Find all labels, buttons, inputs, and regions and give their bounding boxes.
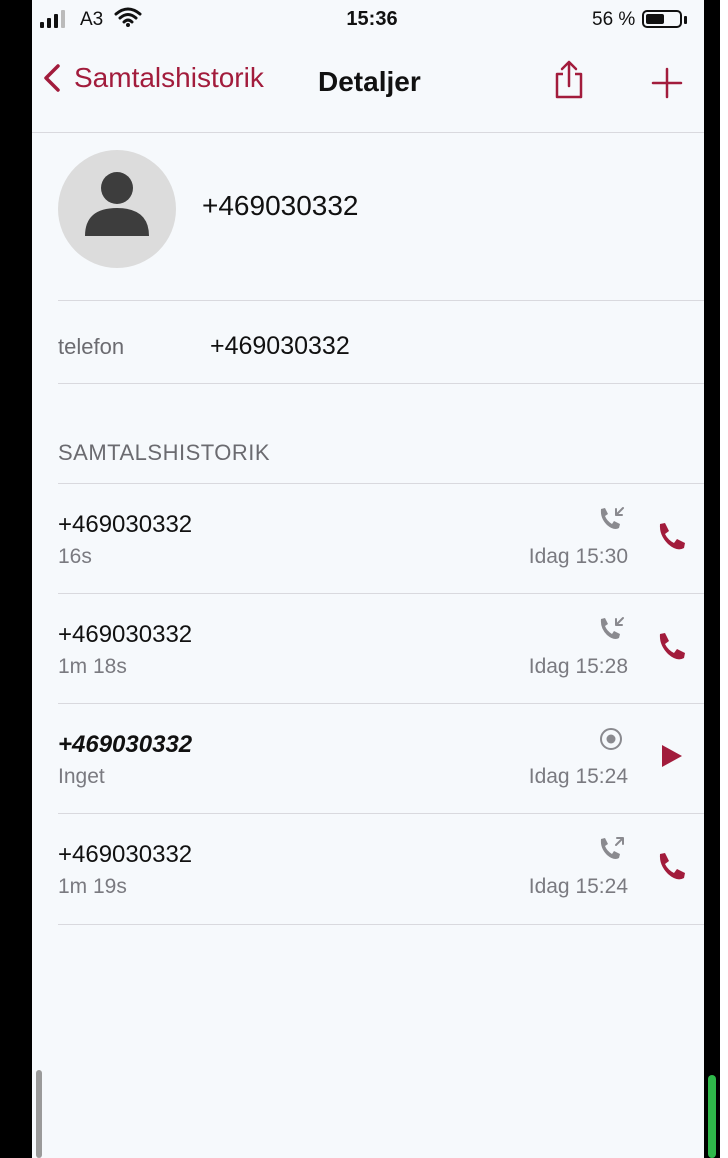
call-number: +469030332 xyxy=(58,731,193,758)
call-duration: 1m 18s xyxy=(58,655,127,678)
call-time: Idag 15:30 xyxy=(528,545,628,568)
call-time: Idag 15:24 xyxy=(528,875,628,898)
call-number: +469030332 xyxy=(58,621,193,648)
recording-icon xyxy=(600,728,622,750)
phone-field-value[interactable]: +469030332 xyxy=(210,332,350,361)
call-number: +469030332 xyxy=(58,511,193,538)
play-icon[interactable] xyxy=(654,739,688,773)
signal-strength-icon xyxy=(40,10,65,28)
phone-icon[interactable] xyxy=(654,849,688,883)
device-frame-left xyxy=(0,0,32,1158)
avatar xyxy=(58,150,176,268)
status-bar: A3 15:36 56 % xyxy=(32,0,704,40)
device-frame-right xyxy=(704,0,720,1158)
scroll-indicator-right xyxy=(708,1075,716,1158)
incoming-call-icon xyxy=(600,507,624,529)
contact-name: +469030332 xyxy=(202,190,359,221)
call-history-header: SAMTALSHISTORIK xyxy=(58,440,271,465)
back-button[interactable]: Samtalshistorik xyxy=(42,62,264,94)
incoming-call-icon xyxy=(600,617,624,639)
battery-tip xyxy=(684,16,687,24)
call-history-row[interactable]: +469030332 16s Idag 15:30 xyxy=(32,483,704,593)
person-silhouette-icon xyxy=(85,172,149,236)
plus-icon[interactable] xyxy=(650,66,684,100)
back-button-label: Samtalshistorik xyxy=(74,62,264,93)
call-time: Idag 15:24 xyxy=(528,765,628,788)
page-title: Detaljer xyxy=(318,66,421,97)
divider xyxy=(58,383,704,384)
call-duration: Inget xyxy=(58,765,105,788)
outgoing-call-icon xyxy=(600,837,624,859)
navigation-bar: Samtalshistorik Detaljer xyxy=(32,40,704,133)
scroll-indicator-left xyxy=(36,1070,42,1158)
divider xyxy=(58,924,704,925)
screen: A3 15:36 56 % Samtalshistorik Detaljer +… xyxy=(32,0,704,1158)
battery-percentage: 56 % xyxy=(592,9,636,30)
chevron-left-icon xyxy=(44,64,60,92)
battery-icon xyxy=(642,10,682,28)
wifi-icon xyxy=(114,7,142,27)
call-history-row[interactable]: +469030332 Inget Idag 15:24 xyxy=(32,703,704,813)
call-number: +469030332 xyxy=(58,841,193,868)
call-history-row[interactable]: +469030332 1m 19s Idag 15:24 xyxy=(32,813,704,923)
call-duration: 1m 19s xyxy=(58,875,127,898)
clock: 15:36 xyxy=(346,8,398,30)
share-icon[interactable] xyxy=(552,60,586,100)
carrier-name: A3 xyxy=(80,9,104,30)
phone-field-label: telefon xyxy=(58,334,125,359)
phone-icon[interactable] xyxy=(654,519,688,553)
phone-icon[interactable] xyxy=(654,629,688,663)
call-time: Idag 15:28 xyxy=(528,655,628,678)
call-duration: 16s xyxy=(58,545,92,568)
call-history-row[interactable]: +469030332 1m 18s Idag 15:28 xyxy=(32,593,704,703)
divider xyxy=(58,300,704,301)
